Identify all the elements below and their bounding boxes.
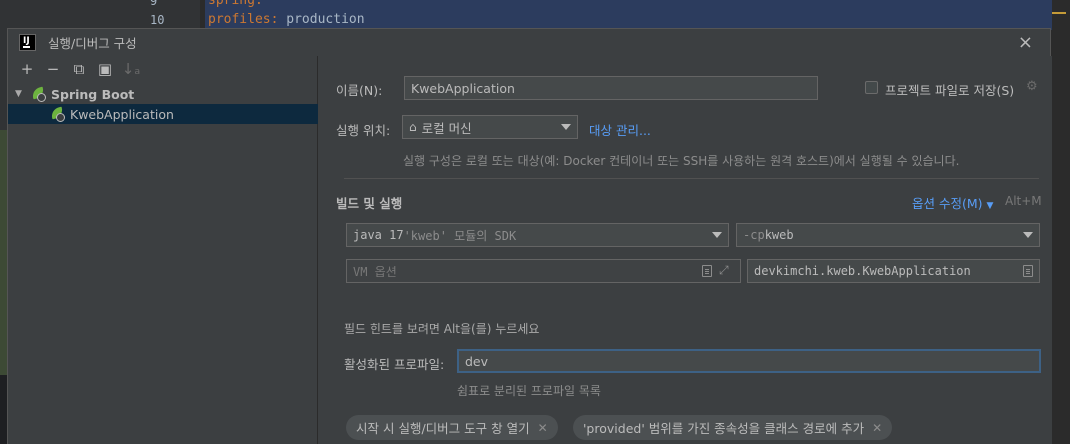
modify-options-link[interactable]: 옵션 수정(M) ▼ bbox=[912, 193, 993, 212]
spring-boot-icon bbox=[49, 106, 66, 122]
copy-configuration-button[interactable]: ⧉ bbox=[66, 58, 92, 80]
gear-icon[interactable]: ⚙ bbox=[1026, 79, 1038, 94]
scroll-marker bbox=[1052, 12, 1066, 14]
run-on-select[interactable]: ⌂ 로컬 머신 bbox=[402, 115, 578, 139]
line-number: 10 bbox=[150, 13, 165, 27]
chevron-down-icon bbox=[1023, 232, 1033, 238]
close-icon[interactable]: ✕ bbox=[538, 421, 548, 435]
store-as-project-file-checkbox[interactable] bbox=[865, 81, 878, 94]
tree-item-label: KwebApplication bbox=[70, 106, 174, 122]
dialog-title: 실행/디버그 구성 bbox=[48, 36, 137, 51]
tree-item-kwebapplication[interactable]: KwebApplication bbox=[8, 104, 318, 124]
run-debug-configurations-dialog: IJ 실행/디버그 구성 × + − ⧉ ▣ ↓ₐ ▼ Spring Boot … bbox=[7, 28, 1052, 444]
tree-group-label: Spring Boot bbox=[51, 86, 135, 102]
active-profiles-label: 활성화된 프로파일: bbox=[344, 357, 445, 372]
active-profiles-hint: 쉼표로 분리된 프로파일 목록 bbox=[457, 384, 601, 398]
name-label: 이름(N): bbox=[336, 83, 383, 98]
build-run-title: 빌드 및 실행 bbox=[336, 196, 403, 211]
modify-options-shortcut: Alt+M bbox=[1005, 194, 1042, 208]
add-configuration-button[interactable]: + bbox=[14, 58, 40, 80]
jdk-select[interactable]: java 17 'kweb' 모듈의 SDK bbox=[346, 223, 729, 247]
spring-boot-icon bbox=[30, 86, 47, 102]
code-line: spring: bbox=[208, 0, 263, 8]
configurations-panel: + − ⧉ ▣ ↓ₐ ▼ Spring Boot KwebApplication bbox=[8, 56, 318, 444]
tree-group-spring-boot[interactable]: ▼ Spring Boot bbox=[8, 84, 318, 104]
name-field[interactable]: KwebApplication bbox=[404, 76, 818, 100]
close-icon[interactable]: × bbox=[1018, 32, 1033, 53]
classpath-module-select[interactable]: -cp kweb bbox=[736, 223, 1040, 247]
chevron-down-icon bbox=[561, 124, 571, 130]
document-icon[interactable] bbox=[1023, 265, 1033, 277]
option-chip[interactable]: 'provided' 범위를 가진 종속성을 클래스 경로에 추가 ✕ bbox=[573, 415, 893, 440]
configurations-tree: ▼ Spring Boot KwebApplication bbox=[8, 84, 318, 124]
chevron-down-icon bbox=[712, 232, 722, 238]
home-icon: ⌂ bbox=[409, 120, 417, 134]
new-folder-button[interactable]: ▣ bbox=[92, 58, 118, 80]
dialog-title-bar[interactable]: IJ 실행/디버그 구성 × bbox=[8, 29, 1050, 56]
run-on-hint: 실행 구성은 로컬 또는 대상(예: Docker 컨테이너 또는 SSH를 사… bbox=[403, 154, 960, 168]
intellij-logo-icon: IJ bbox=[19, 34, 36, 51]
section-divider bbox=[344, 178, 1039, 179]
code-line: profiles: production bbox=[208, 12, 365, 27]
configurations-toolbar: + − ⧉ ▣ ↓ₐ bbox=[8, 56, 317, 82]
sort-configurations-button[interactable]: ↓ₐ bbox=[118, 58, 144, 80]
close-icon[interactable]: ✕ bbox=[872, 421, 882, 435]
vm-options-field[interactable]: VM 옵션 ⤢ bbox=[346, 259, 741, 283]
chevron-down-icon[interactable]: ▼ bbox=[15, 89, 25, 99]
manage-targets-link[interactable]: 대상 관리... bbox=[589, 120, 651, 139]
editor-scrollbar[interactable] bbox=[1052, 0, 1070, 444]
field-hint: 필드 힌트를 보려면 Alt을(를) 누르세요 bbox=[344, 322, 540, 336]
option-chip[interactable]: 시작 시 실행/디버그 도구 창 열기 ✕ bbox=[346, 415, 558, 440]
main-class-field[interactable]: devkimchi.kweb.KwebApplication bbox=[747, 259, 1040, 283]
document-icon[interactable] bbox=[702, 265, 712, 277]
remove-configuration-button[interactable]: − bbox=[40, 58, 66, 80]
expand-icon[interactable]: ⤢ bbox=[719, 263, 729, 278]
active-profiles-field[interactable]: dev bbox=[457, 349, 1041, 373]
configuration-editor: 이름(N): KwebApplication 프로젝트 파일로 저장(S) ⚙ … bbox=[319, 56, 1052, 444]
store-as-project-file-label: 프로젝트 파일로 저장(S) bbox=[885, 83, 1015, 98]
line-number: 9 bbox=[150, 0, 158, 8]
run-on-label: 실행 위치: bbox=[336, 123, 391, 138]
